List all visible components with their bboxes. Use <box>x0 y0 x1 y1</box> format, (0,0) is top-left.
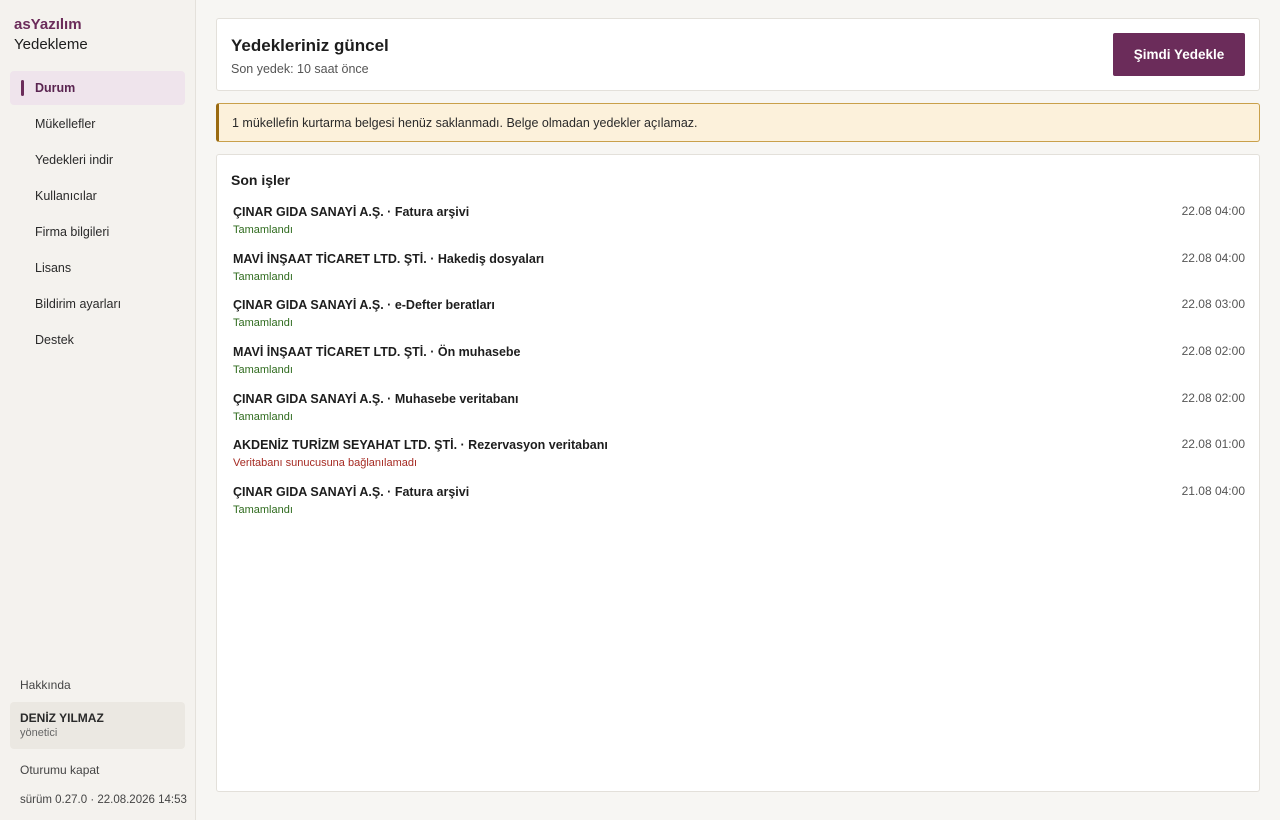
job-time: 22.08 04:00 <box>1181 250 1245 265</box>
recovery-warning-banner: 1 mükellefin kurtarma belgesi henüz sakl… <box>216 103 1260 142</box>
nav-item-mukellefler[interactable]: Mükellefler <box>10 107 185 141</box>
job-row: MAVİ İNŞAAT TİCARET LTD. ŞTİ. · Ön muhas… <box>233 342 1245 389</box>
recent-jobs-list: ÇINAR GIDA SANAYİ A.Ş. · Fatura arşivi T… <box>233 202 1245 529</box>
job-name: ÇINAR GIDA SANAYİ A.Ş. · Fatura arşivi <box>233 205 470 219</box>
job-row: ÇINAR GIDA SANAYİ A.Ş. · Muhasebe verita… <box>233 389 1245 436</box>
nav-item-firma-bilgileri[interactable]: Firma bilgileri <box>10 215 185 249</box>
job-row: MAVİ İNŞAAT TİCARET LTD. ŞTİ. · Hakediş … <box>233 249 1245 296</box>
job-time: 21.08 04:00 <box>1181 484 1245 499</box>
job-time: 22.08 02:00 <box>1181 390 1245 405</box>
nav-item-kullanicilar[interactable]: Kullanıcılar <box>10 179 185 213</box>
job-row: ÇINAR GIDA SANAYİ A.Ş. · Fatura arşivi T… <box>233 202 1245 249</box>
recent-jobs-title: Son işler <box>231 172 291 188</box>
nav-item-bildirim-ayarlari[interactable]: Bildirim ayarları <box>10 287 185 321</box>
job-name: MAVİ İNŞAAT TİCARET LTD. ŞTİ. · Hakediş … <box>233 251 545 266</box>
nav-item-destek[interactable]: Destek <box>10 323 185 357</box>
backup-status-card: Yedekleriniz güncel Son yedek: 10 saat ö… <box>216 18 1260 91</box>
logout-link[interactable]: Oturumu kapat <box>20 763 99 777</box>
job-row: ÇINAR GIDA SANAYİ A.Ş. · Fatura arşivi T… <box>233 482 1245 529</box>
nav-item-lisans[interactable]: Lisans <box>10 251 185 285</box>
product-name: Yedekleme <box>14 36 88 53</box>
version-info: sürüm 0.27.0 · 22.08.2026 14:53 <box>20 794 187 806</box>
job-status: Tamamlandı <box>233 317 293 330</box>
nav-item-yedekleri-indir[interactable]: Yedekleri indir <box>10 143 185 177</box>
status-title: Yedekleriniz güncel <box>231 36 389 55</box>
recent-jobs-card: Son işler ÇINAR GIDA SANAYİ A.Ş. · Fatur… <box>216 154 1260 792</box>
job-status: Tamamlandı <box>233 410 293 423</box>
job-name: MAVİ İNŞAAT TİCARET LTD. ŞTİ. · Ön muhas… <box>233 345 521 360</box>
job-name: ÇINAR GIDA SANAYİ A.Ş. · e-Defter beratl… <box>233 298 495 313</box>
job-row: ÇINAR GIDA SANAYİ A.Ş. · e-Defter beratl… <box>233 295 1245 342</box>
about-link[interactable]: Hakkında <box>20 678 71 692</box>
job-status: Tamamlandı <box>233 224 293 236</box>
job-name: AKDENİZ TURİZM SEYAHAT LTD. ŞTİ. · Rezer… <box>233 438 608 453</box>
job-time: 22.08 03:00 <box>1181 297 1245 312</box>
job-status: Tamamlandı <box>233 364 293 377</box>
main-content: Yedekleriniz güncel Son yedek: 10 saat ö… <box>196 0 1280 820</box>
job-time: 22.08 02:00 <box>1181 344 1245 359</box>
sidebar-nav: Durum Mükellefler Yedekleri indir Kullan… <box>10 71 185 359</box>
job-name: ÇINAR GIDA SANAYİ A.Ş. · Muhasebe verita… <box>233 391 519 406</box>
job-time: 22.08 01:00 <box>1181 437 1245 452</box>
brand: asYazılım Yedekleme <box>14 16 88 55</box>
backup-now-button[interactable]: Şimdi Yedekle <box>1113 33 1245 76</box>
app-window: asYazılım Yedekleme Durum Mükellefler Ye… <box>0 0 1280 820</box>
job-status: Tamamlandı <box>233 504 293 517</box>
user-card[interactable]: DENİZ YILMAZ yönetici <box>10 702 185 749</box>
job-row: AKDENİZ TURİZM SEYAHAT LTD. ŞTİ. · Rezer… <box>233 435 1245 482</box>
last-backup-text: Son yedek: 10 saat önce <box>231 62 369 76</box>
job-name: ÇINAR GIDA SANAYİ A.Ş. · Fatura arşivi <box>233 485 470 500</box>
user-role: yönetici <box>20 727 58 739</box>
brand-name: asYazılım <box>14 16 82 33</box>
job-status-error: Veritabanı sunucusuna bağlanılamadı <box>233 457 418 470</box>
job-time: 22.08 04:00 <box>1181 204 1245 218</box>
sidebar: asYazılım Yedekleme Durum Mükellefler Ye… <box>0 0 196 820</box>
nav-item-durum[interactable]: Durum <box>10 71 185 105</box>
job-status: Tamamlandı <box>233 270 293 283</box>
user-name: DENİZ YILMAZ <box>20 711 104 725</box>
